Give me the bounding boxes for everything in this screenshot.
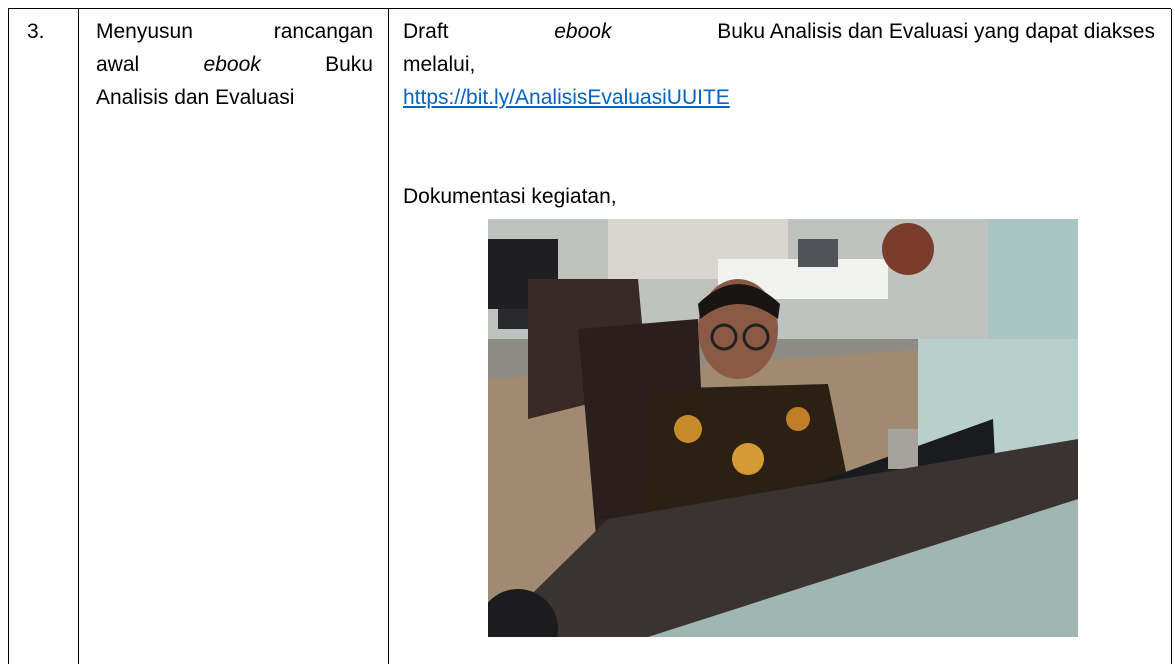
activity-text: Menyusun rancangan awal ebook Buku Anali… bbox=[96, 15, 373, 114]
activity-line-2: awal ebook Buku bbox=[96, 53, 373, 76]
activity-cell: Menyusun rancangan awal ebook Buku Anali… bbox=[79, 9, 389, 664]
activity-line-3: Analisis dan Evaluasi bbox=[96, 86, 295, 109]
activity-photo bbox=[488, 219, 1078, 637]
output-text: Draft ebook Buku Analisis dan Evaluasi y… bbox=[403, 15, 1155, 114]
ebook-link[interactable]: https://bit.ly/AnalisisEvaluasiUUITE bbox=[403, 86, 730, 109]
activity-line-1: Menyusun rancangan bbox=[96, 20, 373, 43]
documentation-label: Dokumentasi kegiatan, bbox=[403, 185, 617, 208]
output-line-1: Draft ebook Buku Analisis dan Evaluasi y… bbox=[403, 20, 1155, 43]
number-cell: 3. bbox=[9, 9, 79, 664]
output-line-2: melalui, bbox=[403, 53, 476, 76]
row-number: 3. bbox=[27, 20, 45, 43]
